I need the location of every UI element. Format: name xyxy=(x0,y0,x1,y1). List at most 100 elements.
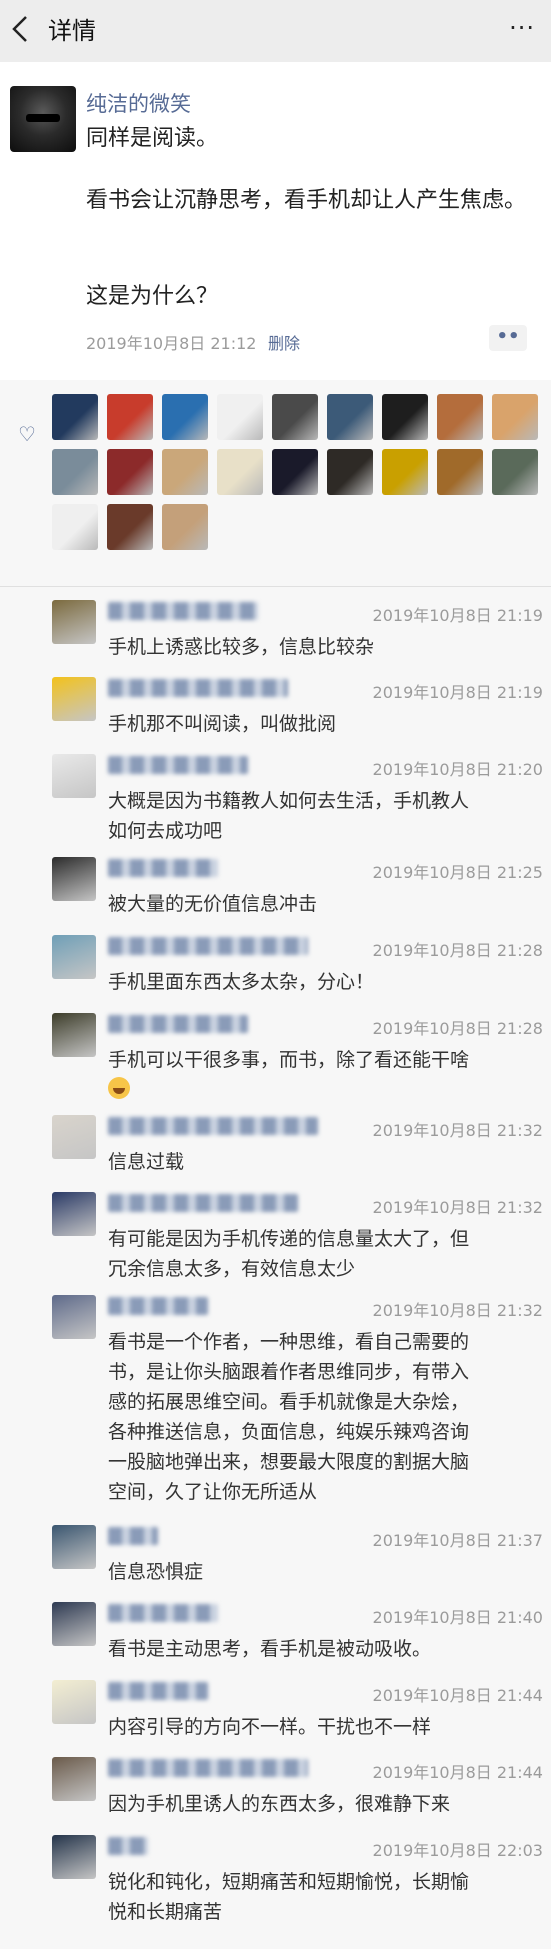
comment-timestamp: 2019年10月8日 21:20 xyxy=(372,760,543,779)
avatar[interactable] xyxy=(52,1295,96,1339)
heart-outline-icon: ♡ xyxy=(18,422,36,446)
commenter-name-blurred xyxy=(108,1297,208,1315)
comment-text: 手机里面东西太多太杂，分心！ xyxy=(108,967,538,997)
comment-text: 信息过载 xyxy=(108,1147,538,1177)
liker-avatar[interactable] xyxy=(382,449,428,495)
commenter-name-blurred xyxy=(108,859,218,877)
commenter-name-blurred xyxy=(108,679,288,697)
comment-timestamp: 2019年10月8日 21:32 xyxy=(372,1121,543,1140)
comment-line: 看书是一个作者，一种思维，看自己需要的 xyxy=(108,1331,470,1353)
avatar[interactable] xyxy=(52,857,96,901)
comment-line: 内容引导的方向不一样。干扰也不一样 xyxy=(108,1716,432,1738)
liker-avatar[interactable] xyxy=(437,394,483,440)
comment-line: 锐化和钝化，短期痛苦和短期愉悦，长期愉 xyxy=(108,1871,470,1893)
commenter-name-blurred xyxy=(108,1527,158,1545)
interaction-panel: ♡ 2019年10月8日 21:19 手机上诱惑比较多，信息比较杂 2019年10月… xyxy=(0,380,551,1949)
comment-text: 大概是因为书籍教人如何去生活，手机教人 如何去成功吧 xyxy=(108,786,538,846)
liker-avatar[interactable] xyxy=(107,504,153,550)
grinning-face-emoji xyxy=(108,1077,130,1099)
comment-line: 手机那不叫阅读，叫做批阅 xyxy=(108,713,337,735)
comment-line: 手机里面东西太多太杂，分心！ xyxy=(108,971,375,993)
comment-line: 看书是主动思考，看手机是被动吸收。 xyxy=(108,1638,432,1660)
post-author-name[interactable]: 纯洁的微笑 xyxy=(86,88,191,118)
post-paragraph: 同样是阅读。 xyxy=(86,126,219,151)
avatar[interactable] xyxy=(10,86,76,152)
avatar[interactable] xyxy=(52,600,96,644)
avatar[interactable] xyxy=(52,677,96,721)
liker-avatar[interactable] xyxy=(492,449,538,495)
avatar[interactable] xyxy=(52,1115,96,1159)
comment-line: 有可能是因为手机传递的信息量太大了，但 xyxy=(108,1228,470,1250)
liker-avatar[interactable] xyxy=(327,449,373,495)
comment-line: 手机上诱惑比较多，信息比较杂 xyxy=(108,636,375,658)
comment-line: 信息过载 xyxy=(108,1151,185,1173)
comment-text: 看书是主动思考，看手机是被动吸收。 xyxy=(108,1634,538,1664)
comment-text: 手机可以干很多事，而书，除了看还能干啥 xyxy=(108,1045,538,1105)
liker-avatar[interactable] xyxy=(162,504,208,550)
commenter-name-blurred xyxy=(108,756,248,774)
comment-timestamp: 2019年10月8日 21:37 xyxy=(372,1531,543,1550)
comment-like-menu-button[interactable]: •• xyxy=(489,325,527,351)
avatar[interactable] xyxy=(52,1525,96,1569)
comment-line: 空间，久了让你无所适从 xyxy=(108,1481,318,1503)
commenter-name-blurred xyxy=(108,1759,308,1777)
commenter-name-blurred xyxy=(108,1682,208,1700)
chevron-left-icon[interactable] xyxy=(6,12,36,46)
comment-timestamp: 2019年10月8日 21:32 xyxy=(372,1198,543,1217)
comment-text: 看书是一个作者，一种思维，看自己需要的 书，是让你头脑跟着作者思维同步，有带入 感的… xyxy=(108,1327,538,1507)
comment-timestamp: 2019年10月8日 21:19 xyxy=(372,683,543,702)
liker-avatar[interactable] xyxy=(382,394,428,440)
liker-avatar[interactable] xyxy=(52,449,98,495)
commenter-name-blurred xyxy=(108,1604,218,1622)
liker-avatar[interactable] xyxy=(272,394,318,440)
comment-line: 书，是让你头脑跟着作者思维同步，有带入 xyxy=(108,1361,470,1383)
comment-text: 被大量的无价值信息冲击 xyxy=(108,889,538,919)
comment-line: 被大量的无价值信息冲击 xyxy=(108,893,318,915)
avatar[interactable] xyxy=(52,1602,96,1646)
comment-text: 内容引导的方向不一样。干扰也不一样 xyxy=(108,1712,538,1742)
liker-avatar[interactable] xyxy=(217,449,263,495)
avatar[interactable] xyxy=(52,754,96,798)
comment-line: 手机可以干很多事，而书，除了看还能干啥 xyxy=(108,1049,470,1071)
liker-avatar[interactable] xyxy=(492,394,538,440)
liker-avatar[interactable] xyxy=(162,394,208,440)
post-paragraph: 这是为什么？ xyxy=(86,284,219,309)
comment-timestamp: 2019年10月8日 21:25 xyxy=(372,863,543,882)
comment-text: 有可能是因为手机传递的信息量太大了，但 冗余信息太多，有效信息太少 xyxy=(108,1224,538,1284)
liker-avatar[interactable] xyxy=(217,394,263,440)
comment-text: 手机那不叫阅读，叫做批阅 xyxy=(108,709,538,739)
comment-line: 一股脑地弹出来，想要最大限度的割据大脑 xyxy=(108,1451,470,1473)
comment-text: 手机上诱惑比较多，信息比较杂 xyxy=(108,632,538,662)
avatar[interactable] xyxy=(52,1835,96,1879)
comment-line: 信息恐惧症 xyxy=(108,1561,204,1583)
divider xyxy=(0,586,551,587)
comment-timestamp: 2019年10月8日 21:28 xyxy=(372,1019,543,1038)
comment-text: 因为手机里诱人的东西太多，很难静下来 xyxy=(108,1789,538,1819)
comment-line: 悦和长期痛苦 xyxy=(108,1901,223,1923)
liker-avatar[interactable] xyxy=(437,449,483,495)
comment-timestamp: 2019年10月8日 21:32 xyxy=(372,1301,543,1320)
delete-link[interactable]: 删除 xyxy=(268,330,300,354)
avatar[interactable] xyxy=(52,935,96,979)
commenter-name-blurred xyxy=(108,602,258,620)
commenter-name-blurred xyxy=(108,937,308,955)
avatar[interactable] xyxy=(52,1013,96,1057)
commenter-name-blurred xyxy=(108,1837,148,1855)
liker-avatar[interactable] xyxy=(327,394,373,440)
moment-post: 纯洁的微笑 同样是阅读。 看书会让沉静思考，看手机却让人产生焦虑。 这是为什么？… xyxy=(0,62,551,380)
liker-avatar[interactable] xyxy=(162,449,208,495)
more-options-icon[interactable]: ··· xyxy=(509,14,535,42)
comment-line: 各种推送信息，负面信息，纯娱乐辣鸡咨询 xyxy=(108,1421,470,1443)
liker-avatar[interactable] xyxy=(52,394,98,440)
comment-timestamp: 2019年10月8日 21:19 xyxy=(372,606,543,625)
liker-avatar[interactable] xyxy=(107,449,153,495)
avatar[interactable] xyxy=(52,1680,96,1724)
post-paragraph: 看书会让沉静思考，看手机却让人产生焦虑。 xyxy=(86,188,527,213)
commenter-name-blurred xyxy=(108,1194,298,1212)
liker-avatar[interactable] xyxy=(107,394,153,440)
avatar[interactable] xyxy=(52,1757,96,1801)
liker-avatar[interactable] xyxy=(52,504,98,550)
liker-avatar[interactable] xyxy=(272,449,318,495)
avatar[interactable] xyxy=(52,1192,96,1236)
comment-timestamp: 2019年10月8日 22:03 xyxy=(372,1841,543,1860)
